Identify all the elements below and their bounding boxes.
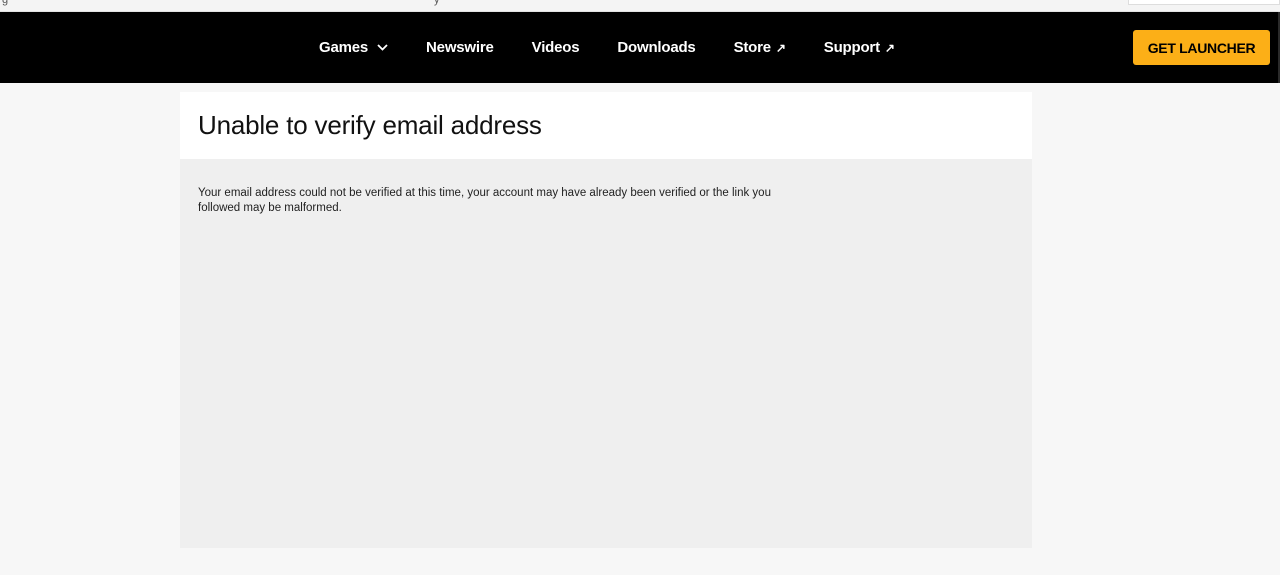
nav-item-label: Newswire (426, 39, 494, 56)
nav-item-label: Downloads (617, 39, 696, 56)
card-body: Your email address could not be verified… (180, 159, 1032, 216)
nav-item-videos[interactable]: Videos (532, 39, 580, 56)
tab-fragment: y (434, 0, 440, 6)
tab-fragment: g (2, 0, 9, 6)
nav-item-store[interactable]: Store ↗ (734, 39, 786, 56)
address-bar[interactable] (1128, 0, 1280, 5)
card-header: Unable to verify email address (180, 92, 1032, 159)
nav-item-label: Videos (531, 39, 580, 56)
page-title: Unable to verify email address (198, 110, 542, 140)
verification-card: Unable to verify email address Your emai… (180, 92, 1032, 548)
nav-item-label: Games (319, 39, 369, 56)
error-message: Your email address could not be verified… (198, 187, 771, 214)
nav-item-label: Support (823, 39, 880, 56)
nav-item-newswire[interactable]: Newswire (426, 39, 494, 56)
chevron-down-icon (377, 44, 388, 51)
get-launcher-button[interactable]: GET LAUNCHER (1133, 30, 1270, 65)
nav-item-support[interactable]: Support ↗ (824, 39, 895, 56)
browser-top-strip: g y (0, 0, 1280, 12)
nav-links: Games Newswire Videos Downloads Store ↗ … (319, 12, 933, 83)
external-link-icon: ↗ (884, 40, 895, 55)
nav-item-games[interactable]: Games (319, 39, 388, 56)
nav-item-label: Store (733, 39, 772, 56)
top-navigation: Games Newswire Videos Downloads Store ↗ … (0, 12, 1280, 83)
external-link-icon: ↗ (775, 40, 786, 55)
nav-item-downloads[interactable]: Downloads (617, 39, 695, 56)
